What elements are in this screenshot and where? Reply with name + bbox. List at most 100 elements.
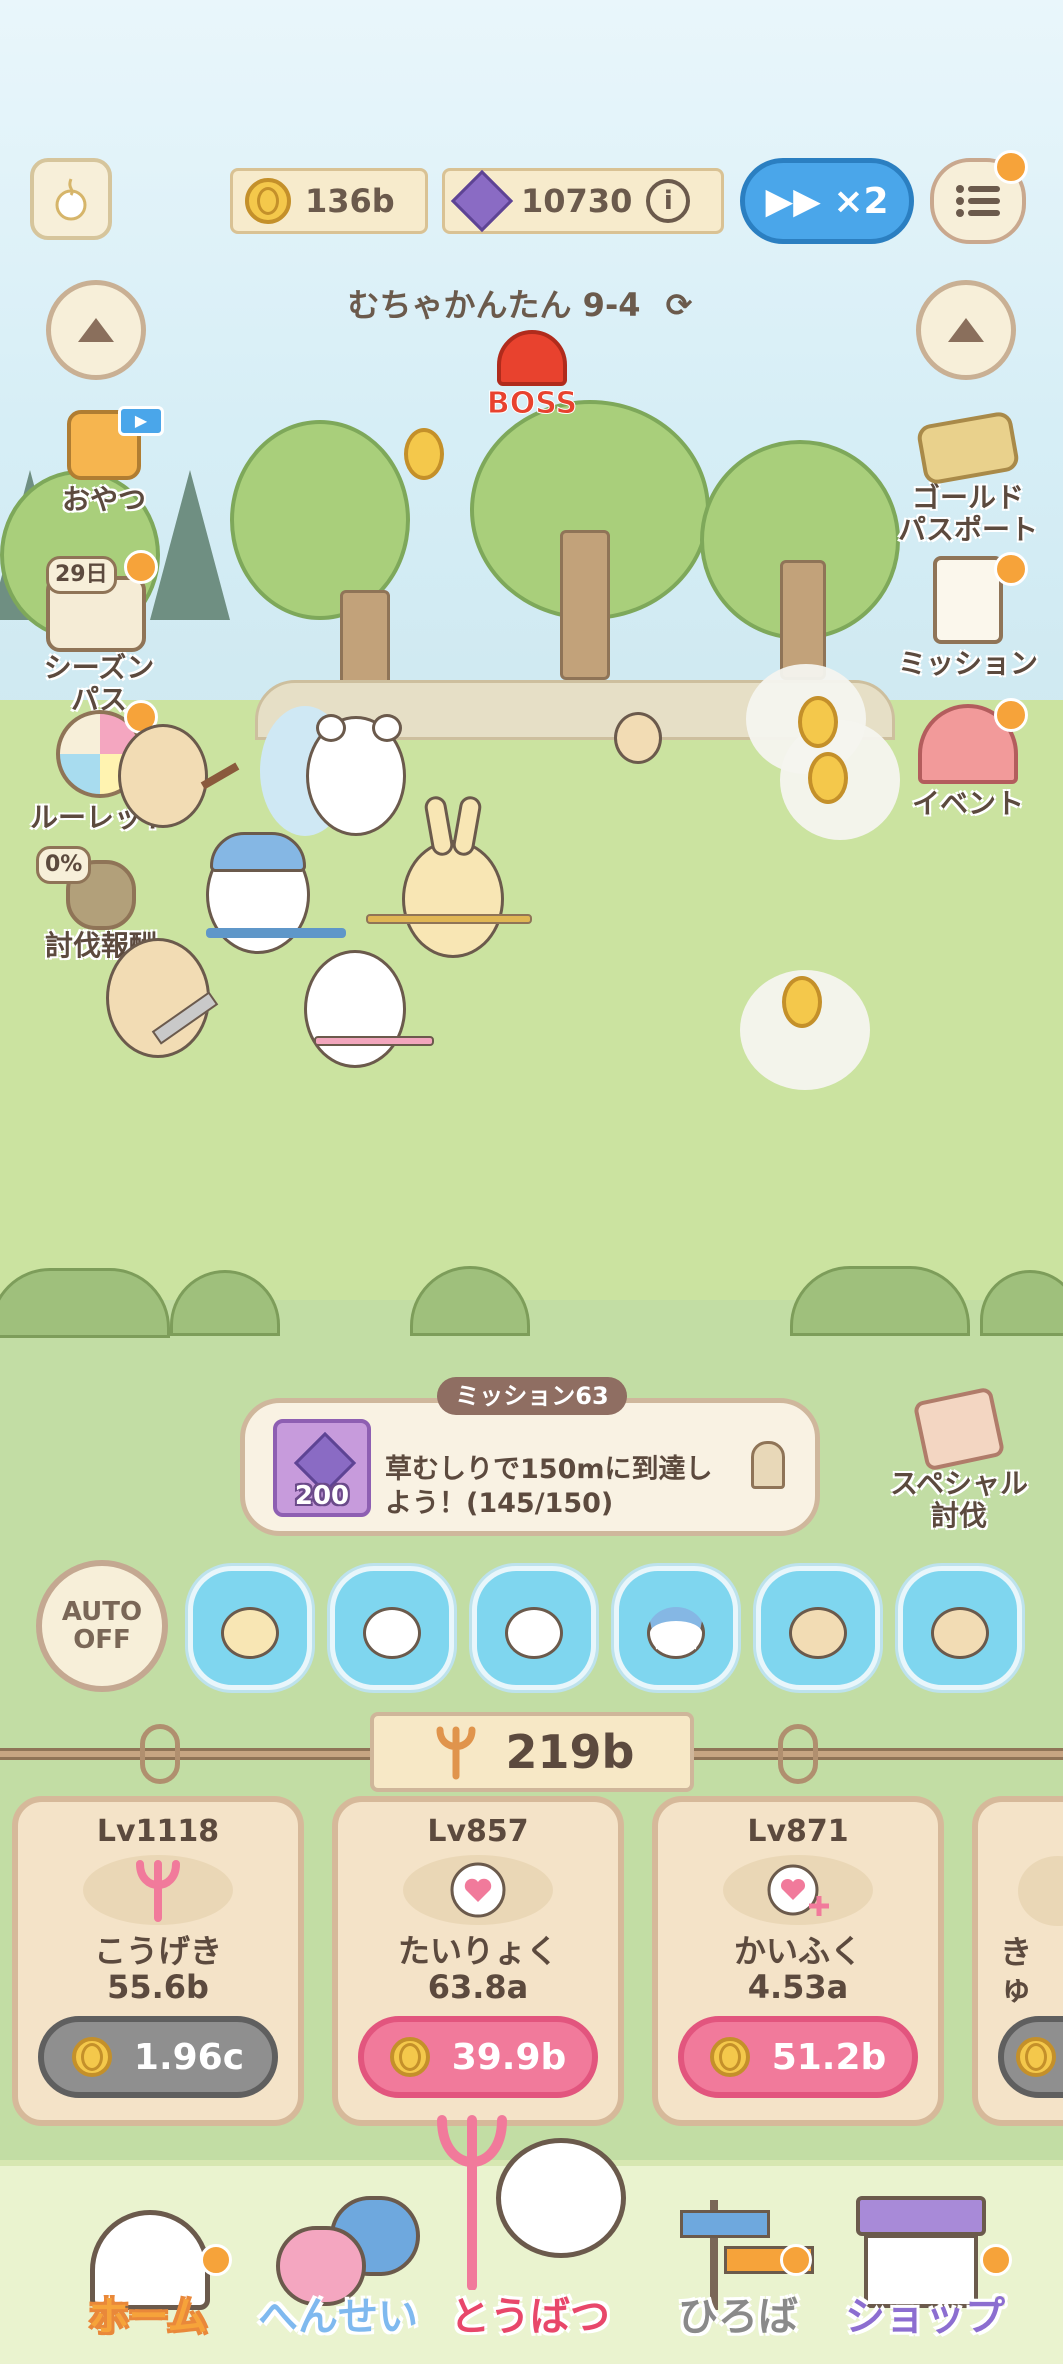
upgrade-cost: 1.96c bbox=[133, 2036, 245, 2078]
shop-roof bbox=[856, 2196, 986, 2236]
character-chiikawa bbox=[304, 950, 406, 1068]
chiikawa-icon bbox=[496, 2138, 626, 2258]
reward-percent: 0% bbox=[36, 846, 92, 884]
hook bbox=[778, 1724, 818, 1784]
pink-fork-weapon bbox=[314, 1036, 434, 1046]
video-ad-icon: ▶ bbox=[118, 406, 164, 436]
coin-counter: 136b bbox=[230, 168, 428, 234]
party-slot-chiikawa[interactable] bbox=[472, 1566, 596, 1690]
hachiware-cap bbox=[210, 832, 306, 872]
shop-notification-dot bbox=[980, 2244, 1012, 2276]
floating-coin bbox=[808, 752, 848, 804]
nav-hiroba-label: ひろば bbox=[678, 2294, 798, 2340]
coin-icon bbox=[709, 2037, 750, 2077]
season-pass-days: 29日 bbox=[46, 556, 117, 594]
upgrade-card-partial: きゅ bbox=[972, 1796, 1063, 2126]
nav-henshin[interactable]: へんせい bbox=[240, 2190, 436, 2360]
nav-home[interactable]: ホーム bbox=[50, 2190, 246, 2360]
character-usagi bbox=[402, 840, 504, 958]
mission-label: ミッション bbox=[897, 647, 1038, 680]
home-notification-dot bbox=[200, 2244, 232, 2276]
bush bbox=[790, 1266, 970, 1336]
ear bbox=[372, 714, 402, 742]
momonga-face-icon bbox=[363, 1607, 421, 1659]
enemy-small bbox=[614, 712, 662, 764]
passport-icon bbox=[915, 410, 1021, 486]
upgrade-buy-button[interactable]: 51.2b bbox=[678, 2016, 918, 2098]
fork-icon bbox=[83, 1855, 233, 1925]
upgrade-cost: 39.9b bbox=[451, 2036, 567, 2078]
character-kurimanju bbox=[118, 724, 208, 828]
upgrade-level: Lv1118 bbox=[96, 1814, 220, 1849]
upgrade-level: Lv857 bbox=[427, 1814, 529, 1849]
speed-label: ▶▶ ×2 bbox=[765, 180, 889, 222]
upgrade-level: Lv871 bbox=[747, 1814, 849, 1849]
gold-total-sign: 219b bbox=[370, 1712, 694, 1792]
upgrade-card-attack: Lv1118 こうげき 55.6b 1.96c bbox=[12, 1796, 304, 2126]
upgrade-icon-partial bbox=[1018, 1856, 1063, 1926]
upgrade-name: きゅ bbox=[1000, 1933, 1033, 2007]
staff-weapon bbox=[366, 914, 532, 924]
boss-button[interactable]: BOSS bbox=[478, 330, 586, 422]
upgrade-name: こうげき bbox=[93, 1932, 222, 1970]
upgrade-value: 63.8a bbox=[427, 1968, 529, 2006]
mascot-icon bbox=[55, 178, 87, 221]
tree-trunk bbox=[560, 530, 610, 680]
auto-toggle-button[interactable]: AUTO OFF bbox=[36, 1560, 168, 1692]
fork-weapon-icon bbox=[437, 2115, 507, 2290]
info-icon[interactable]: i bbox=[646, 179, 691, 223]
coin-icon bbox=[71, 2037, 112, 2077]
mission-title: ミッション63 bbox=[437, 1377, 627, 1415]
nav-shop[interactable]: ショップ bbox=[820, 2190, 1030, 2360]
party-slot-shisa[interactable] bbox=[898, 1566, 1022, 1690]
hiroba-notification-dot bbox=[780, 2244, 812, 2276]
stage-title: むちゃかんたん 9-4 ⟳ bbox=[260, 280, 780, 326]
mission-banner[interactable]: ミッション63 200 草むしりで150mに到達しよう！(145/150) bbox=[240, 1377, 820, 1536]
siren-icon bbox=[497, 330, 567, 386]
refresh-icon[interactable]: ⟳ bbox=[666, 286, 693, 324]
nav-hiroba[interactable]: ひろば bbox=[640, 2190, 836, 2360]
up-arrow-icon bbox=[948, 318, 984, 342]
gold-passport-button[interactable]: ゴールド パスポート bbox=[886, 410, 1050, 546]
party-slot-hachiware[interactable] bbox=[614, 1566, 738, 1690]
upgrade-name: たいりょく bbox=[397, 1932, 558, 1970]
scroll-icon bbox=[912, 1386, 1006, 1472]
left-up-button[interactable] bbox=[46, 280, 146, 380]
hachiware-face-icon bbox=[647, 1607, 705, 1659]
mission-reward-gem: 200 bbox=[273, 1419, 371, 1517]
party-slot-kurimanju[interactable] bbox=[756, 1566, 880, 1690]
gem-amount: 10730 bbox=[521, 182, 633, 220]
special-hunt-button[interactable]: スペシャル 討伐 bbox=[884, 1386, 1034, 1532]
coin-icon bbox=[1016, 2037, 1056, 2077]
nav-toubatsu[interactable]: とうばつ bbox=[432, 2110, 628, 2360]
upgrade-level bbox=[978, 1814, 1063, 1850]
nav-toubatsu-label: とうばつ bbox=[450, 2294, 610, 2340]
nav-shop-label: ショップ bbox=[845, 2294, 1005, 2340]
coin-icon bbox=[245, 178, 291, 224]
floating-coin bbox=[404, 428, 444, 480]
fork-weapon bbox=[206, 928, 346, 938]
gem-counter: 10730 i bbox=[442, 168, 724, 234]
gold-total: 219b bbox=[505, 1725, 635, 1779]
upgrade-value: 55.6b bbox=[107, 1968, 209, 2006]
upgrade-buy-button[interactable]: 39.9b bbox=[358, 2016, 598, 2098]
profile-button[interactable] bbox=[30, 158, 112, 240]
party-slot-usagi[interactable] bbox=[188, 1566, 312, 1690]
upgrade-card-heal: Lv871 かいふく 4.53a 51.2b bbox=[652, 1796, 944, 2126]
kurimanju-face-icon bbox=[789, 1607, 847, 1659]
upgrade-cost: 51.2b bbox=[771, 2036, 887, 2078]
speed-toggle-button[interactable]: ▶▶ ×2 bbox=[740, 158, 914, 244]
nav-henshin-label: へんせい bbox=[258, 2294, 418, 2340]
upgrade-buy-button[interactable] bbox=[998, 2016, 1063, 2098]
coin-icon bbox=[389, 2037, 430, 2077]
fork-flame-icon bbox=[436, 1726, 476, 1780]
upgrade-value: 4.53a bbox=[747, 1968, 849, 2006]
nav-home-label: ホーム bbox=[88, 2294, 208, 2340]
gold-passport-label: ゴールド パスポート bbox=[897, 481, 1038, 546]
special-hunt-label: スペシャル 討伐 bbox=[889, 1467, 1029, 1532]
event-notification-dot bbox=[994, 698, 1028, 732]
upgrade-buy-button[interactable]: 1.96c bbox=[38, 2016, 278, 2098]
right-up-button[interactable] bbox=[916, 280, 1016, 380]
party-slot-momonga[interactable] bbox=[330, 1566, 454, 1690]
ear bbox=[316, 714, 346, 742]
